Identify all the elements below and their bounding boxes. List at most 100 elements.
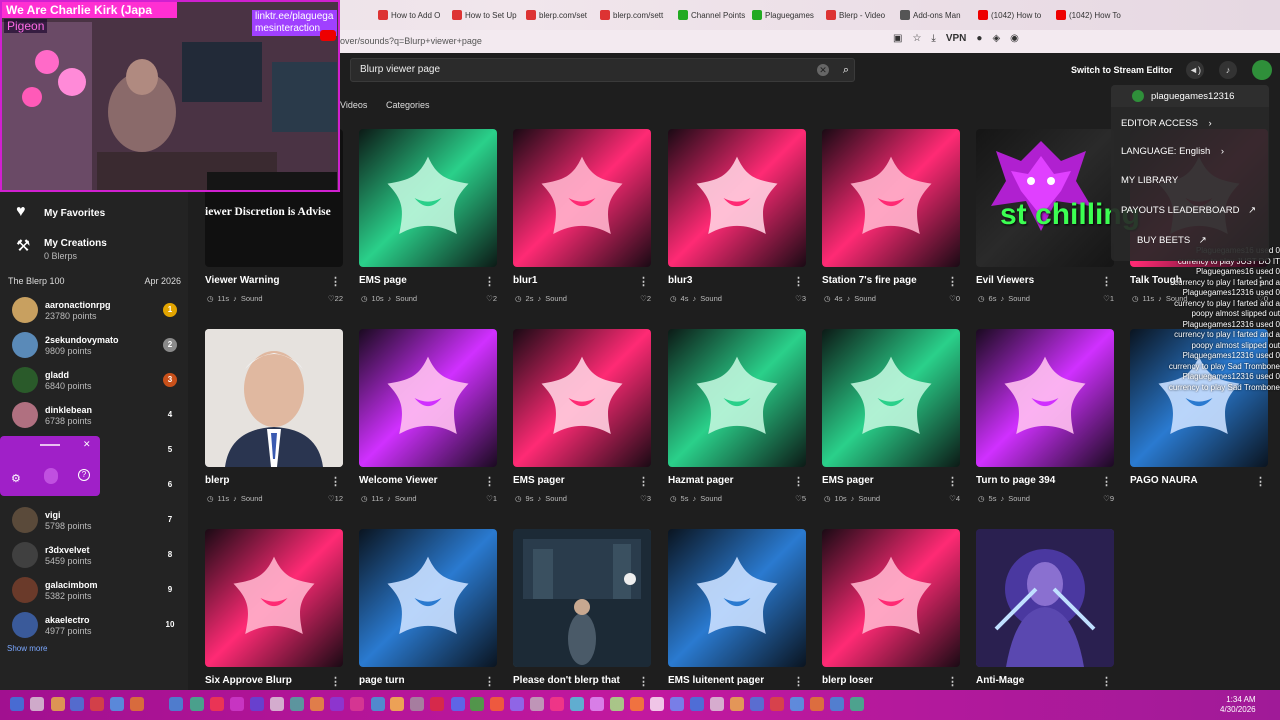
card-thumbnail[interactable] (976, 329, 1114, 467)
sidebar-item-favorites[interactable]: ♥ My Favorites (16, 203, 105, 221)
card-thumbnail[interactable] (205, 529, 343, 667)
help-icon[interactable]: ? (78, 469, 90, 481)
more-options-icon[interactable]: ⋮ (638, 675, 649, 688)
windows-start-icon[interactable] (10, 697, 24, 711)
card-title[interactable]: Evil Viewers (976, 275, 1034, 286)
taskbar-app-icon[interactable] (410, 697, 424, 711)
taskbar-app-icon[interactable] (169, 697, 183, 711)
blerp-card[interactable]: page turn ⋮ (359, 529, 497, 688)
show-more-link[interactable]: Show more (7, 644, 47, 653)
blerp-card[interactable]: Six Approve Blurp ⋮ (205, 529, 343, 688)
download-icon[interactable]: ⤓ (931, 33, 935, 44)
gear-icon[interactable]: ⚙ (11, 472, 21, 485)
card-thumbnail[interactable] (668, 529, 806, 667)
taskbar-app-icon[interactable] (550, 697, 564, 711)
drag-handle[interactable] (40, 444, 60, 446)
taskbar-app-icon[interactable] (650, 697, 664, 711)
card-thumbnail[interactable] (513, 329, 651, 467)
browser-tab[interactable]: How to Add O (378, 7, 440, 23)
more-options-icon[interactable]: ⋮ (793, 475, 804, 488)
taskbar-app-icon[interactable] (470, 697, 484, 711)
more-options-icon[interactable]: ⋮ (947, 275, 958, 288)
card-likes[interactable]: ♡5 (795, 494, 806, 503)
close-icon[interactable]: ✕ (83, 439, 91, 450)
blerp-card[interactable]: Station 7's fire page ⋮ ◷ 4s ♪ Sound ♡0 (822, 129, 960, 303)
card-likes[interactable]: ♡9 (1103, 494, 1114, 503)
card-likes[interactable]: ♡2 (640, 294, 651, 303)
blerp-card[interactable]: EMS pager ⋮ ◷ 10s ♪ Sound ♡4 (822, 329, 960, 503)
card-title[interactable]: Please don't blerp that (513, 675, 620, 686)
bell-icon[interactable]: ♪ (1219, 61, 1237, 79)
card-thumbnail[interactable] (359, 329, 497, 467)
browser-tab[interactable]: (1042) How To (1056, 7, 1121, 23)
clear-icon[interactable]: ✕ (817, 64, 829, 76)
taskbar-app-icon[interactable] (190, 697, 204, 711)
microphone-icon[interactable] (44, 468, 58, 484)
card-thumbnail[interactable] (822, 329, 960, 467)
taskbar-app-icon[interactable] (710, 697, 724, 711)
stream-editor-button[interactable]: Switch to Stream Editor (1071, 65, 1173, 75)
more-options-icon[interactable]: ⋮ (947, 675, 958, 688)
more-options-icon[interactable]: ⋮ (330, 475, 341, 488)
card-title[interactable]: page turn (359, 675, 405, 686)
leaderboard-row[interactable]: aaronactionrpg 23780 points 1 (12, 296, 177, 324)
taskbar-app-icon[interactable] (490, 697, 504, 711)
taskbar-app-icon[interactable] (590, 697, 604, 711)
taskbar-app-icon[interactable] (670, 697, 684, 711)
blerp-card[interactable]: blerp loser ⋮ (822, 529, 960, 688)
leaderboard-row[interactable]: vigi 5798 points 7 (12, 506, 177, 534)
bookmark-star-icon[interactable]: ☆ (912, 33, 921, 44)
dropdown-user-row[interactable]: plaguegames12316 (1111, 85, 1269, 107)
taskbar-app-icon[interactable] (850, 697, 864, 711)
tab-categories[interactable]: Categories (386, 100, 430, 110)
taskbar-app-icon[interactable] (570, 697, 584, 711)
card-title[interactable]: EMS pager (822, 475, 874, 486)
card-title[interactable]: Welcome Viewer (359, 475, 438, 486)
card-thumbnail[interactable] (205, 329, 343, 467)
more-options-icon[interactable]: ⋮ (638, 475, 649, 488)
browser-tab[interactable]: Plaguegames (752, 7, 814, 23)
card-title[interactable]: EMS page (359, 275, 407, 286)
browser-tab[interactable]: Add-ons Man (900, 7, 961, 23)
taskbar-app-icon[interactable] (371, 697, 385, 711)
card-likes[interactable]: ♡12 (328, 494, 343, 503)
camera-icon[interactable]: ◉ (1010, 33, 1019, 44)
card-thumbnail[interactable] (359, 129, 497, 267)
card-title[interactable]: EMS pager (513, 475, 565, 486)
more-options-icon[interactable]: ⋮ (484, 675, 495, 688)
taskbar-app-icon[interactable] (690, 697, 704, 711)
taskbar-app-icon[interactable] (290, 697, 304, 711)
taskbar-app-icon[interactable] (330, 697, 344, 711)
search-input[interactable] (360, 64, 800, 75)
taskbar-app-icon[interactable] (70, 697, 84, 711)
blerp-card[interactable]: Please don't blerp that ⋮ (513, 529, 651, 688)
taskbar-app-icon[interactable] (510, 697, 524, 711)
vpn-button[interactable]: VPN (946, 33, 967, 44)
card-thumbnail[interactable] (513, 529, 651, 667)
taskbar-app-icon[interactable] (430, 697, 444, 711)
browser-tab[interactable]: blerp.com/sett (600, 7, 663, 23)
card-thumbnail[interactable] (359, 529, 497, 667)
blerp-card[interactable]: blur1 ⋮ ◷ 2s ♪ Sound ♡2 (513, 129, 651, 303)
taskbar-app-icon[interactable] (770, 697, 784, 711)
taskbar-app-icon[interactable] (530, 697, 544, 711)
taskbar-app-icon[interactable] (610, 697, 624, 711)
card-likes[interactable]: ♡0 (949, 294, 960, 303)
avatar[interactable] (1252, 60, 1272, 80)
extension-icon[interactable]: ● (976, 33, 982, 44)
card-likes[interactable]: ♡3 (795, 294, 806, 303)
taskbar-app-icon[interactable] (270, 697, 284, 711)
more-options-icon[interactable]: ⋮ (484, 275, 495, 288)
taskbar-app-icon[interactable] (230, 697, 244, 711)
card-thumbnail[interactable] (668, 129, 806, 267)
browser-tab[interactable]: (1042) How to (978, 7, 1041, 23)
taskbar-app-icon[interactable] (350, 697, 364, 711)
card-likes[interactable]: ♡3 (640, 494, 651, 503)
sidebar-item-creations[interactable]: ⚒ My Creations 0 Blerps (16, 238, 107, 261)
blerp-card[interactable]: EMS luitenent pager ⋮ (668, 529, 806, 688)
leaderboard-row[interactable]: 2sekundovymato 9809 points 2 (12, 331, 177, 359)
taskbar-app-icon[interactable] (810, 697, 824, 711)
card-thumbnail[interactable] (976, 529, 1114, 667)
card-title[interactable]: Turn to page 394 (976, 475, 1055, 486)
taskbar-app-icon[interactable] (51, 697, 65, 711)
